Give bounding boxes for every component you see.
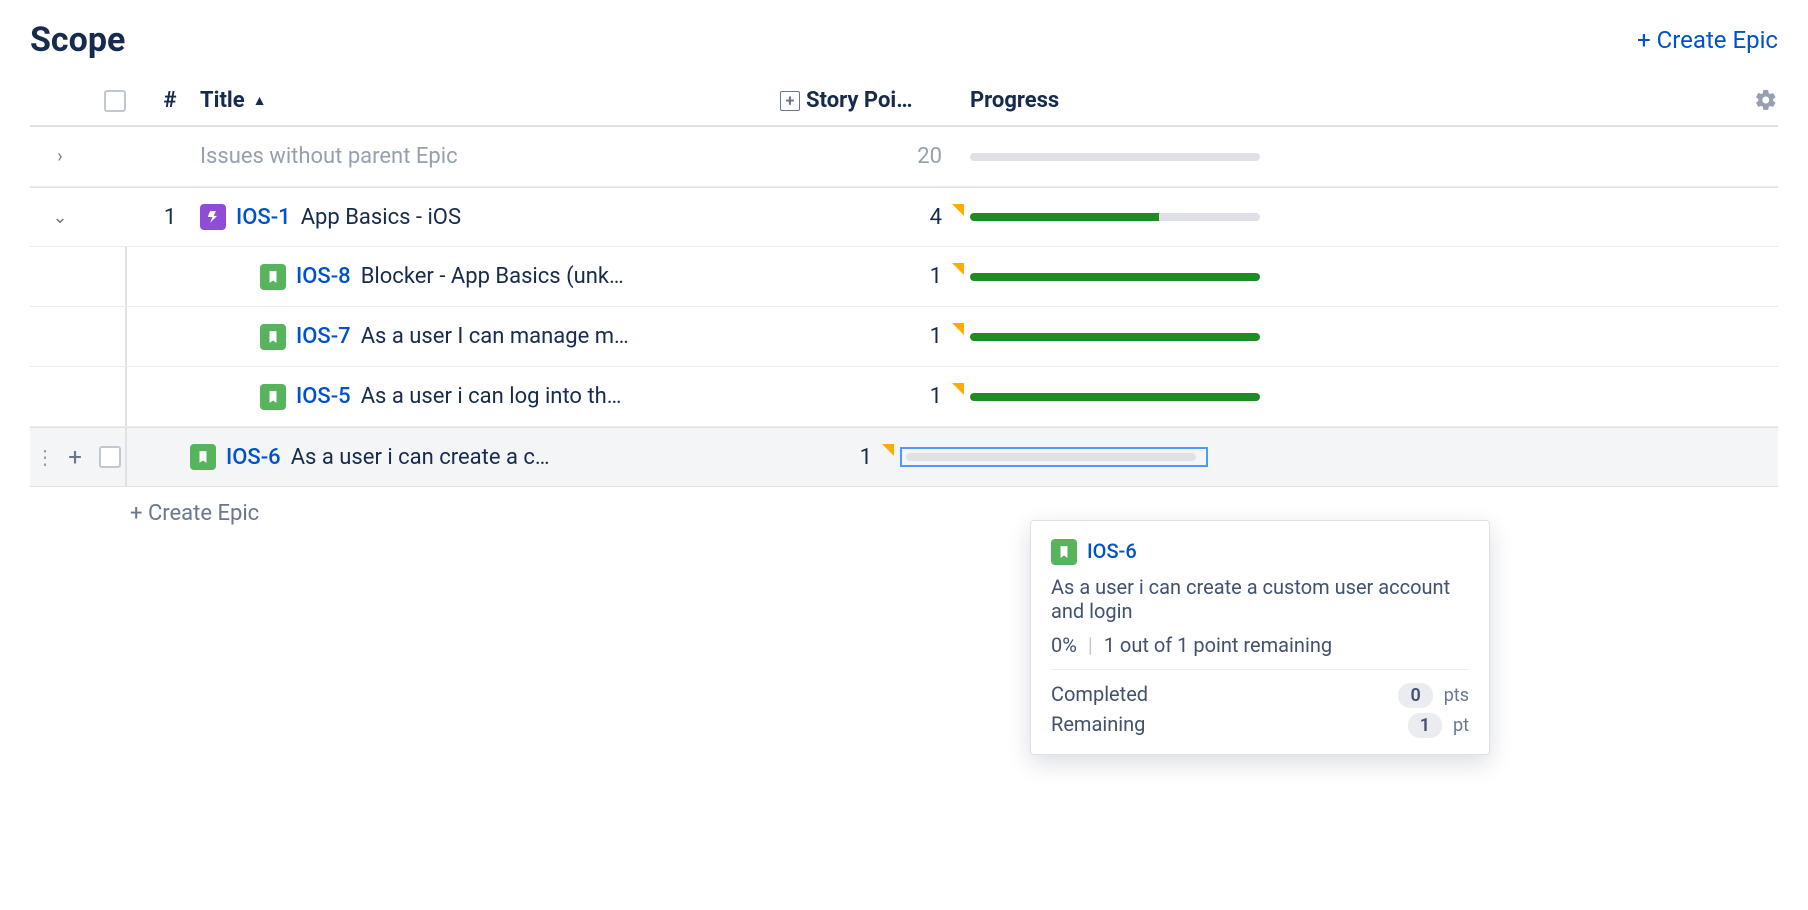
- row-checkbox[interactable]: [99, 446, 121, 468]
- flag-icon: [952, 323, 964, 335]
- progress-bar: [906, 453, 1196, 461]
- flag-icon: [882, 444, 894, 456]
- chevron-down-icon[interactable]: ⌄: [30, 207, 90, 228]
- issue-row[interactable]: IOS-8 Blocker - App Basics (unk… 1: [30, 247, 1778, 307]
- settings-gear-icon[interactable]: [1754, 88, 1778, 118]
- story-points-value: 20: [917, 144, 942, 169]
- progress-selected-box[interactable]: [900, 447, 1208, 467]
- story-icon: [260, 384, 286, 410]
- progress-tooltip: IOS-6 As a user i can create a custom us…: [1030, 520, 1490, 755]
- plus-box-icon: +: [780, 91, 800, 111]
- group-row-no-epic[interactable]: › Issues without parent Epic 20: [30, 127, 1778, 187]
- issue-row-selected[interactable]: ⋮ + IOS-6 As a user i can create a c… 1: [30, 427, 1778, 487]
- create-epic-button-bottom[interactable]: + Create Epic: [30, 487, 1778, 526]
- drag-handle-icon[interactable]: ⋮: [30, 445, 60, 469]
- column-title-label: Title: [200, 88, 245, 113]
- create-epic-button-top[interactable]: + Create Epic: [1637, 26, 1778, 54]
- progress-bar: [970, 333, 1260, 341]
- story-icon: [1051, 539, 1077, 565]
- story-icon: [260, 324, 286, 350]
- chevron-right-icon[interactable]: ›: [30, 146, 90, 167]
- epic-icon: [200, 204, 226, 230]
- column-title[interactable]: Title ▲: [200, 88, 780, 113]
- issue-title: As a user i can create a c…: [291, 445, 550, 470]
- column-hash[interactable]: #: [140, 88, 200, 113]
- issue-title: Blocker - App Basics (unk…: [361, 264, 624, 289]
- section-title: Scope: [30, 20, 125, 60]
- flag-icon: [952, 204, 964, 216]
- issue-key-link[interactable]: IOS-8: [296, 264, 351, 289]
- story-points-value: 4: [930, 205, 942, 230]
- tooltip-remaining-text: 1 out of 1 point remaining: [1104, 633, 1332, 657]
- group-title: Issues without parent Epic: [200, 144, 458, 169]
- progress-bar: [970, 393, 1260, 401]
- story-points-value: 1: [930, 384, 942, 409]
- epic-row[interactable]: ⌄ 1 IOS-1 App Basics - iOS 4: [30, 187, 1778, 247]
- tooltip-percent: 0%: [1051, 633, 1077, 657]
- issue-key-link[interactable]: IOS-5: [296, 384, 351, 409]
- sort-asc-icon: ▲: [253, 92, 267, 109]
- tooltip-issue-key[interactable]: IOS-6: [1087, 539, 1137, 565]
- progress-bar: [970, 213, 1260, 221]
- tooltip-completed-label: Completed: [1051, 682, 1148, 706]
- tooltip-title: As a user i can create a custom user acc…: [1051, 575, 1469, 623]
- column-story-points[interactable]: + Story Poi…: [780, 88, 970, 113]
- table-header: # Title ▲ + Story Poi… Progress: [30, 80, 1778, 127]
- story-icon: [190, 444, 216, 470]
- issue-title: As a user i can log into th…: [361, 384, 622, 409]
- tooltip-completed-value: 0: [1398, 683, 1432, 708]
- progress-bar: [970, 153, 1260, 161]
- tooltip-remaining-unit: pt: [1453, 715, 1469, 736]
- issue-title: As a user I can manage m…: [361, 324, 629, 349]
- issue-key-link[interactable]: IOS-7: [296, 324, 351, 349]
- flag-icon: [952, 263, 964, 275]
- issue-row[interactable]: IOS-5 As a user i can log into th… 1: [30, 367, 1778, 427]
- issue-title: App Basics - iOS: [301, 205, 461, 230]
- progress-bar: [970, 273, 1260, 281]
- flag-icon: [952, 383, 964, 395]
- tooltip-completed-unit: pts: [1444, 685, 1469, 706]
- select-all-checkbox[interactable]: [104, 90, 126, 112]
- column-progress[interactable]: Progress: [970, 88, 1310, 113]
- story-points-value: 1: [930, 264, 942, 289]
- story-points-value: 1: [860, 445, 872, 470]
- issue-key-link[interactable]: IOS-1: [236, 205, 291, 230]
- add-child-button[interactable]: +: [60, 443, 90, 471]
- issue-row[interactable]: IOS-7 As a user I can manage m… 1: [30, 307, 1778, 367]
- story-points-value: 1: [930, 324, 942, 349]
- tooltip-remaining-value: 1: [1408, 713, 1442, 738]
- row-number: 1: [140, 205, 200, 230]
- story-icon: [260, 264, 286, 290]
- issue-key-link[interactable]: IOS-6: [226, 445, 281, 470]
- column-story-points-label: Story Poi…: [806, 88, 913, 113]
- tooltip-remaining-label: Remaining: [1051, 712, 1145, 736]
